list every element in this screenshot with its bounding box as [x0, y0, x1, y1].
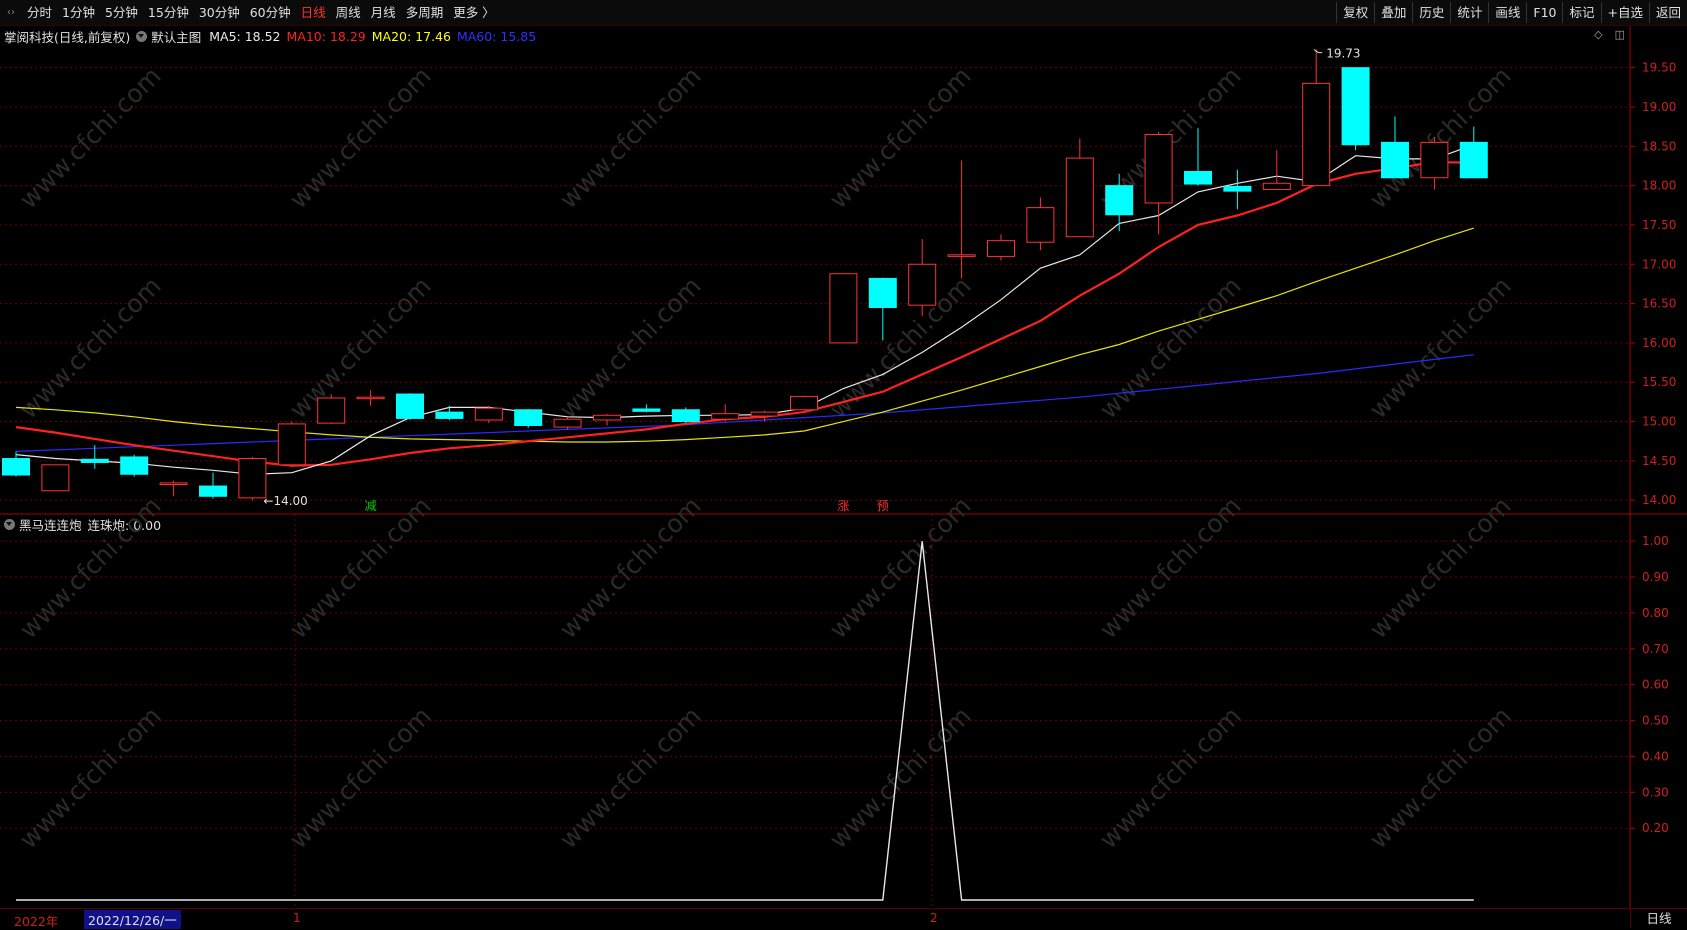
sub-tick-label-1: 0.90	[1642, 570, 1669, 584]
main-tick-label-1: 19.00	[1642, 100, 1676, 114]
period-selector[interactable]: 日线	[1630, 909, 1687, 928]
candle-body-24	[947, 254, 976, 257]
candle-body-9	[356, 396, 385, 400]
watermark-18: www.cfchi.com	[14, 701, 167, 854]
marker-2: 2	[930, 911, 938, 925]
candle-body-29	[1144, 134, 1173, 204]
ma20-line	[15, 227, 1474, 443]
candle-body-14	[553, 418, 582, 428]
sub-tick-label-3: 0.70	[1642, 642, 1669, 656]
candle-body-0	[2, 458, 30, 476]
candle-body-3	[120, 456, 149, 475]
candle-body-12	[474, 407, 503, 421]
sub-tick-label-7: 0.30	[1642, 785, 1669, 799]
signal-label-2: 预	[877, 499, 889, 513]
candle-body-18	[711, 413, 740, 420]
watermark-5: www.cfchi.com	[1364, 61, 1517, 214]
watermark-23: www.cfchi.com	[1364, 701, 1517, 854]
candle-body-19	[750, 411, 779, 417]
watermark-8: www.cfchi.com	[554, 271, 707, 424]
candle-body-2	[80, 458, 109, 463]
candle-body-17	[671, 409, 700, 423]
sub-tick-label-2: 0.80	[1642, 606, 1669, 620]
chart-canvas[interactable]: www.cfchi.com www.cfchi.com www.cfchi.com w…	[0, 0, 1687, 927]
main-tick-label-9: 15.00	[1642, 415, 1676, 429]
candle-body-25	[987, 240, 1015, 257]
candle-body-20	[790, 395, 818, 411]
bottom-bar: 2022年 2022/12/26/一 1 2 日线	[0, 908, 1687, 929]
main-tick-label-8: 15.50	[1642, 375, 1676, 389]
sub-tick-label-6: 0.40	[1642, 749, 1669, 763]
main-tick-label-0: 19.50	[1642, 61, 1676, 75]
main-tick-label-6: 16.50	[1642, 297, 1676, 311]
candle-body-36	[1420, 141, 1449, 179]
candle-body-35	[1381, 141, 1409, 179]
watermark-19: www.cfchi.com	[284, 701, 437, 854]
year-label: 2022年	[14, 914, 59, 929]
candle-body-10	[396, 393, 424, 419]
candle-body-7	[277, 423, 306, 466]
watermark-3: www.cfchi.com	[824, 61, 977, 214]
watermark-20: www.cfchi.com	[554, 701, 707, 854]
watermark-11: www.cfchi.com	[1364, 271, 1517, 424]
ma60-line	[15, 354, 1474, 452]
high-marker-0	[1313, 49, 1323, 54]
watermark-1: www.cfchi.com	[284, 61, 437, 214]
candle-body-31	[1223, 185, 1252, 192]
candle-body-37	[1459, 141, 1488, 179]
candle-body-8	[317, 397, 346, 424]
main-tick-label-2: 18.50	[1642, 139, 1676, 153]
high-label: 19.73	[1326, 47, 1360, 61]
candle-body-13	[514, 409, 543, 426]
ma5-line	[15, 144, 1475, 475]
sub-tick-label-4: 0.60	[1642, 678, 1669, 692]
candle-body-28	[1105, 185, 1134, 216]
candle-body-26	[1026, 207, 1055, 243]
watermark-6: www.cfchi.com	[14, 271, 167, 424]
sub-tick-label-8: 0.20	[1642, 821, 1669, 835]
candle-body-32	[1262, 182, 1291, 191]
watermark-0: www.cfchi.com	[14, 61, 167, 214]
ma10-line	[15, 160, 1474, 467]
watermark-10: www.cfchi.com	[1094, 271, 1247, 424]
candle-body-34	[1341, 67, 1370, 146]
watermark-2: www.cfchi.com	[554, 61, 707, 214]
cursor-date: 2022/12/26/一	[84, 910, 181, 929]
low-label: ←14.00	[263, 494, 307, 508]
sub-tick-label-5: 0.50	[1642, 714, 1669, 728]
candle-body-5	[199, 485, 227, 497]
watermark-22: www.cfchi.com	[1094, 701, 1247, 854]
candle-body-4	[159, 482, 188, 485]
candle-body-27	[1065, 157, 1094, 238]
signal-label-0: 减	[365, 499, 377, 513]
signal-label-1: 涨	[837, 498, 849, 513]
main-tick-label-5: 17.00	[1642, 257, 1676, 271]
candle-body-22	[868, 277, 897, 309]
candle-body-15	[593, 414, 621, 421]
candle-body-21	[829, 273, 858, 344]
main-tick-label-3: 18.00	[1642, 179, 1676, 193]
candle-body-1	[41, 464, 70, 492]
sub-tick-label-0: 1.00	[1642, 534, 1669, 548]
candle-body-6	[238, 458, 267, 499]
candle-body-11	[435, 411, 464, 419]
main-tick-label-10: 14.50	[1642, 454, 1676, 468]
candle-body-16	[632, 408, 661, 412]
main-tick-label-4: 17.50	[1642, 218, 1676, 232]
main-tick-label-11: 14.00	[1642, 493, 1676, 507]
marker-1: 1	[293, 911, 301, 925]
main-tick-label-7: 16.00	[1642, 336, 1676, 350]
candle-body-30	[1184, 170, 1212, 185]
candle-body-23	[908, 263, 937, 306]
candle-body-33	[1302, 82, 1331, 187]
